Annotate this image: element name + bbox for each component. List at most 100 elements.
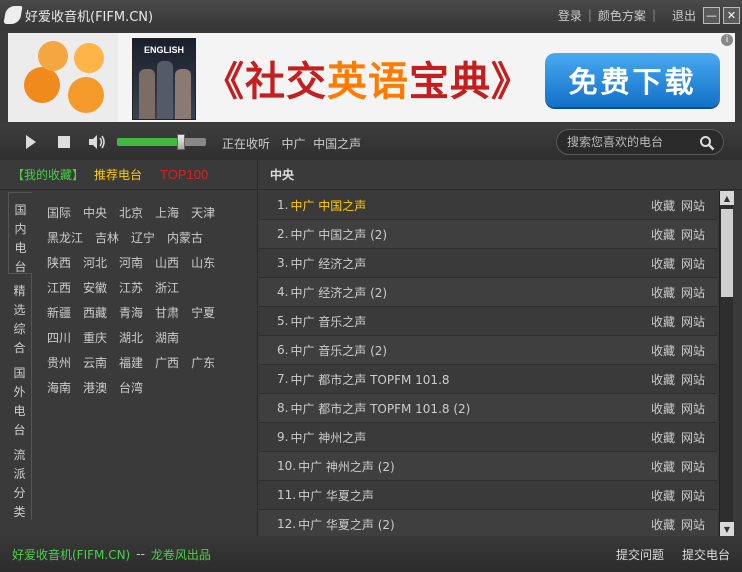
- station-row[interactable]: 8. 中广 都市之声 TOPFM 101.8 (2) 收藏 网站: [259, 394, 717, 423]
- region-link[interactable]: 港澳: [83, 379, 107, 404]
- search-icon[interactable]: [699, 135, 715, 151]
- tab-recommended[interactable]: 推荐电台: [94, 166, 142, 183]
- region-link[interactable]: 上海: [155, 204, 179, 229]
- report-issue-link[interactable]: 提交问题: [616, 546, 664, 563]
- free-download-button[interactable]: 免费下载: [545, 53, 720, 107]
- info-icon[interactable]: i: [721, 34, 733, 46]
- website-link[interactable]: 网站: [681, 226, 705, 243]
- station-row[interactable]: 12. 中广 华夏之声 (2) 收藏 网站: [259, 510, 717, 539]
- region-link[interactable]: 北京: [119, 204, 143, 229]
- region-link[interactable]: 青海: [119, 304, 143, 329]
- login-link[interactable]: 登录: [554, 7, 586, 24]
- scroll-up-button[interactable]: ▲: [720, 191, 734, 205]
- station-name[interactable]: 中广 神州之声 (2): [298, 458, 395, 475]
- region-link[interactable]: 重庆: [83, 329, 107, 354]
- play-button[interactable]: [26, 135, 36, 149]
- station-name[interactable]: 中广 音乐之声 (2): [290, 342, 387, 359]
- volume-thumb[interactable]: [177, 134, 186, 150]
- station-row[interactable]: 10. 中广 神州之声 (2) 收藏 网站: [259, 452, 717, 481]
- ad-banner[interactable]: ENGLISH 《社交英语宝典》 免费下载 i: [8, 33, 735, 122]
- website-link[interactable]: 网站: [681, 371, 705, 388]
- favorite-link[interactable]: 收藏: [651, 487, 675, 504]
- volume-icon[interactable]: [88, 134, 106, 150]
- station-row[interactable]: 9. 中广 神州之声 收藏 网站: [259, 423, 717, 452]
- region-link[interactable]: 山西: [155, 254, 179, 279]
- scroll-down-button[interactable]: ▼: [720, 522, 734, 536]
- favorite-link[interactable]: 收藏: [651, 458, 675, 475]
- favorite-link[interactable]: 收藏: [651, 516, 675, 533]
- region-link[interactable]: 云南: [83, 354, 107, 379]
- station-name[interactable]: 中广 华夏之声: [298, 487, 374, 504]
- region-link[interactable]: 吉林: [95, 229, 119, 254]
- region-link[interactable]: 广东: [191, 354, 215, 379]
- station-row[interactable]: 6. 中广 音乐之声 (2) 收藏 网站: [259, 336, 717, 365]
- tab-top100[interactable]: TOP100: [160, 167, 208, 182]
- favorite-link[interactable]: 收藏: [651, 284, 675, 301]
- favorite-link[interactable]: 收藏: [651, 313, 675, 330]
- station-name[interactable]: 中广 都市之声 TOPFM 101.8 (2): [290, 400, 470, 417]
- region-link[interactable]: 天津: [191, 204, 215, 229]
- stop-button[interactable]: [58, 136, 70, 148]
- website-link[interactable]: 网站: [681, 400, 705, 417]
- region-link[interactable]: 河南: [119, 254, 143, 279]
- scrollbar[interactable]: ▲ ▼: [719, 191, 734, 536]
- region-link[interactable]: 湖北: [119, 329, 143, 354]
- favorite-link[interactable]: 收藏: [651, 400, 675, 417]
- minimize-button[interactable]: —: [703, 6, 720, 24]
- station-name[interactable]: 中广 音乐之声: [290, 313, 366, 330]
- website-link[interactable]: 网站: [681, 487, 705, 504]
- region-link[interactable]: 内蒙古: [167, 229, 203, 254]
- favorite-link[interactable]: 收藏: [651, 429, 675, 446]
- search-input[interactable]: [567, 134, 697, 150]
- station-name[interactable]: 中广 中国之声: [290, 197, 366, 214]
- website-link[interactable]: 网站: [681, 516, 705, 533]
- region-link[interactable]: 海南: [47, 379, 71, 404]
- color-scheme-link[interactable]: 颜色方案: [594, 7, 650, 24]
- region-link[interactable]: 安徽: [83, 279, 107, 304]
- region-link[interactable]: 中央: [83, 204, 107, 229]
- volume-slider[interactable]: [117, 134, 206, 150]
- website-link[interactable]: 网站: [681, 197, 705, 214]
- region-link[interactable]: 黑龙江: [47, 229, 83, 254]
- station-row[interactable]: 7. 中广 都市之声 TOPFM 101.8 收藏 网站: [259, 365, 717, 394]
- station-name[interactable]: 中广 神州之声: [290, 429, 366, 446]
- region-link[interactable]: 甘肃: [155, 304, 179, 329]
- region-link[interactable]: 湖南: [155, 329, 179, 354]
- close-button[interactable]: ✕: [723, 6, 740, 24]
- station-name[interactable]: 中广 华夏之声 (2): [298, 516, 395, 533]
- website-link[interactable]: 网站: [681, 284, 705, 301]
- region-link[interactable]: 河北: [83, 254, 107, 279]
- scroll-thumb[interactable]: [721, 209, 733, 297]
- submit-station-link[interactable]: 提交电台: [682, 546, 730, 563]
- vtab-domestic[interactable]: 国内电台: [8, 192, 32, 274]
- region-link[interactable]: 宁夏: [191, 304, 215, 329]
- region-link[interactable]: 贵州: [47, 354, 71, 379]
- region-link[interactable]: 陕西: [47, 254, 71, 279]
- website-link[interactable]: 网站: [681, 429, 705, 446]
- region-link[interactable]: 新疆: [47, 304, 71, 329]
- region-link[interactable]: 江苏: [119, 279, 143, 304]
- website-link[interactable]: 网站: [681, 255, 705, 272]
- region-link[interactable]: 广西: [155, 354, 179, 379]
- station-name[interactable]: 中广 中国之声 (2): [290, 226, 387, 243]
- region-link[interactable]: 台湾: [119, 379, 143, 404]
- station-search[interactable]: [556, 129, 724, 155]
- region-link[interactable]: 辽宁: [131, 229, 155, 254]
- region-link[interactable]: 福建: [119, 354, 143, 379]
- website-link[interactable]: 网站: [681, 342, 705, 359]
- vtab-featured[interactable]: 精选综合: [8, 274, 32, 356]
- region-link[interactable]: 江西: [47, 279, 71, 304]
- region-link[interactable]: 国际: [47, 204, 71, 229]
- region-link[interactable]: 西藏: [83, 304, 107, 329]
- region-link[interactable]: 四川: [47, 329, 71, 354]
- region-link[interactable]: 浙江: [155, 279, 179, 304]
- favorite-link[interactable]: 收藏: [651, 197, 675, 214]
- vtab-foreign[interactable]: 国外电台: [8, 356, 32, 438]
- favorite-link[interactable]: 收藏: [651, 342, 675, 359]
- status-app-name[interactable]: 好爱收音机(FIFM.CN): [12, 546, 130, 563]
- station-row[interactable]: 4. 中广 经济之声 (2) 收藏 网站: [259, 278, 717, 307]
- website-link[interactable]: 网站: [681, 458, 705, 475]
- status-credit[interactable]: 龙卷风出品: [151, 546, 211, 563]
- region-link[interactable]: 山东: [191, 254, 215, 279]
- station-row[interactable]: 3. 中广 经济之声 收藏 网站: [259, 249, 717, 278]
